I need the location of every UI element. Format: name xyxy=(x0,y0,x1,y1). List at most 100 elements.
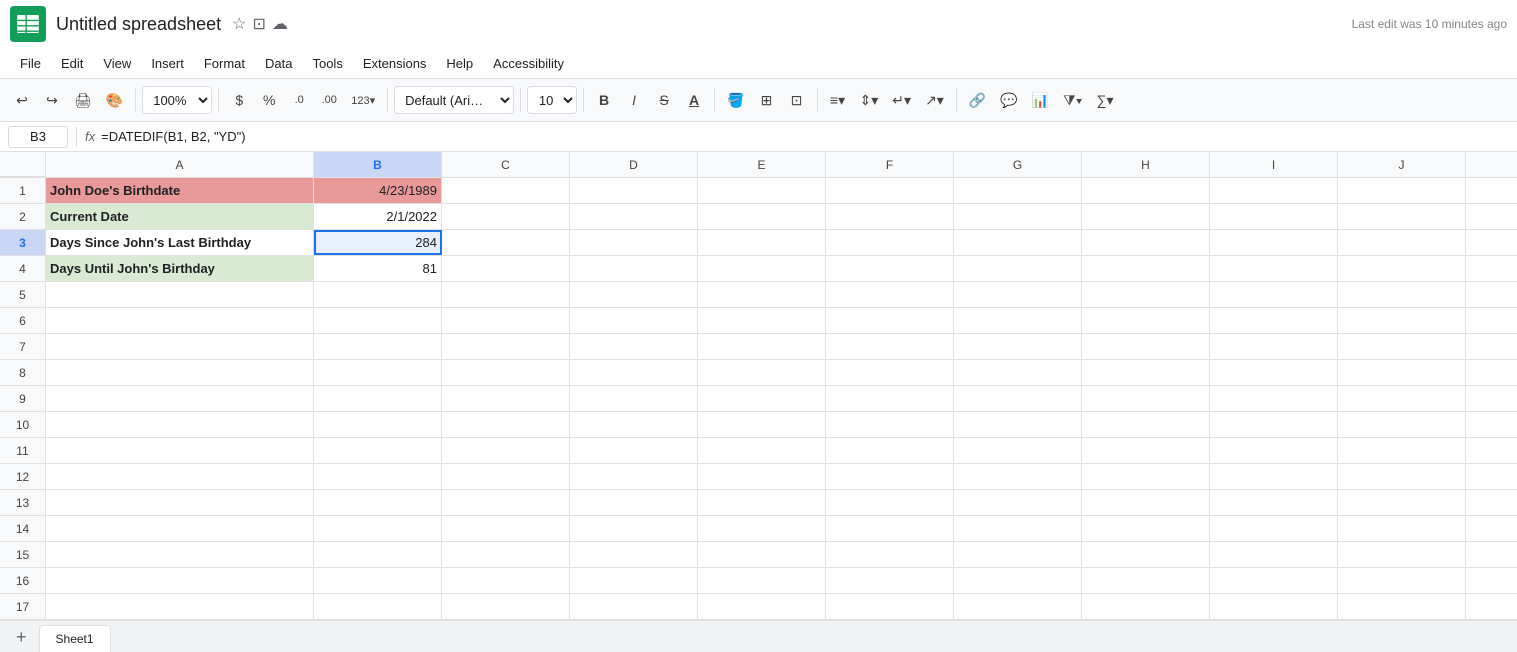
valign-button[interactable]: ⇕▾ xyxy=(854,86,885,114)
cell-c13[interactable] xyxy=(442,490,570,515)
row-header-15[interactable]: 15 xyxy=(0,542,46,567)
cell-i3[interactable] xyxy=(1210,230,1338,255)
menu-accessibility[interactable]: Accessibility xyxy=(483,52,574,75)
cell-f9[interactable] xyxy=(826,386,954,411)
cell-c5[interactable] xyxy=(442,282,570,307)
fill-color-button[interactable]: 🪣 xyxy=(721,86,750,114)
menu-insert[interactable]: Insert xyxy=(141,52,194,75)
cell-h13[interactable] xyxy=(1082,490,1210,515)
cell-d8[interactable] xyxy=(570,360,698,385)
cell-a5[interactable] xyxy=(46,282,314,307)
cell-j2[interactable] xyxy=(1338,204,1466,229)
cell-b12[interactable] xyxy=(314,464,442,489)
cell-j1[interactable] xyxy=(1338,178,1466,203)
cell-i5[interactable] xyxy=(1210,282,1338,307)
col-header-b[interactable]: B xyxy=(314,152,442,177)
cell-g3[interactable] xyxy=(954,230,1082,255)
row-header-8[interactable]: 8 xyxy=(0,360,46,385)
cell-d7[interactable] xyxy=(570,334,698,359)
cell-g16[interactable] xyxy=(954,568,1082,593)
cell-i14[interactable] xyxy=(1210,516,1338,541)
paint-format-button[interactable]: 🎨 xyxy=(100,86,129,114)
cell-j6[interactable] xyxy=(1338,308,1466,333)
cell-c7[interactable] xyxy=(442,334,570,359)
cell-i11[interactable] xyxy=(1210,438,1338,463)
cell-d2[interactable] xyxy=(570,204,698,229)
function-button[interactable]: ∑▾ xyxy=(1090,86,1119,114)
move-icon[interactable]: ⊡ xyxy=(252,14,265,34)
cell-h8[interactable] xyxy=(1082,360,1210,385)
redo-button[interactable]: ↪ xyxy=(38,86,66,114)
cell-j8[interactable] xyxy=(1338,360,1466,385)
cell-i10[interactable] xyxy=(1210,412,1338,437)
cell-a15[interactable] xyxy=(46,542,314,567)
decimal-increase-button[interactable]: .00 xyxy=(315,86,343,114)
cell-d4[interactable] xyxy=(570,256,698,281)
cloud-icon[interactable]: ☁ xyxy=(272,14,288,34)
cell-f1[interactable] xyxy=(826,178,954,203)
row-header-1[interactable]: 1 xyxy=(0,178,46,203)
cell-f7[interactable] xyxy=(826,334,954,359)
cell-a1[interactable]: John Doe's Birthdate xyxy=(46,178,314,203)
cell-d3[interactable] xyxy=(570,230,698,255)
col-header-f[interactable]: F xyxy=(826,152,954,177)
cell-g5[interactable] xyxy=(954,282,1082,307)
formula-input[interactable]: =DATEDIF(B1, B2, "YD") xyxy=(101,129,1509,144)
cell-f6[interactable] xyxy=(826,308,954,333)
cell-f15[interactable] xyxy=(826,542,954,567)
cell-d15[interactable] xyxy=(570,542,698,567)
comment-button[interactable]: 💬 xyxy=(994,86,1023,114)
cell-j14[interactable] xyxy=(1338,516,1466,541)
cell-d12[interactable] xyxy=(570,464,698,489)
cell-i1[interactable] xyxy=(1210,178,1338,203)
bold-button[interactable]: B xyxy=(590,86,618,114)
cell-i4[interactable] xyxy=(1210,256,1338,281)
cell-f11[interactable] xyxy=(826,438,954,463)
cell-h15[interactable] xyxy=(1082,542,1210,567)
cell-a7[interactable] xyxy=(46,334,314,359)
cell-f17[interactable] xyxy=(826,594,954,619)
cell-c15[interactable] xyxy=(442,542,570,567)
cell-b10[interactable] xyxy=(314,412,442,437)
cell-c11[interactable] xyxy=(442,438,570,463)
col-header-h[interactable]: H xyxy=(1082,152,1210,177)
cell-d5[interactable] xyxy=(570,282,698,307)
cell-j3[interactable] xyxy=(1338,230,1466,255)
cell-g10[interactable] xyxy=(954,412,1082,437)
cell-f16[interactable] xyxy=(826,568,954,593)
cell-f2[interactable] xyxy=(826,204,954,229)
cell-g12[interactable] xyxy=(954,464,1082,489)
cell-d14[interactable] xyxy=(570,516,698,541)
cell-j15[interactable] xyxy=(1338,542,1466,567)
row-header-3[interactable]: 3 xyxy=(0,230,46,255)
cell-e2[interactable] xyxy=(698,204,826,229)
cell-d6[interactable] xyxy=(570,308,698,333)
col-header-j[interactable]: J xyxy=(1338,152,1466,177)
cell-j16[interactable] xyxy=(1338,568,1466,593)
cell-f3[interactable] xyxy=(826,230,954,255)
row-header-6[interactable]: 6 xyxy=(0,308,46,333)
menu-format[interactable]: Format xyxy=(194,52,255,75)
cell-e6[interactable] xyxy=(698,308,826,333)
cell-b15[interactable] xyxy=(314,542,442,567)
row-header-16[interactable]: 16 xyxy=(0,568,46,593)
cell-g6[interactable] xyxy=(954,308,1082,333)
row-header-13[interactable]: 13 xyxy=(0,490,46,515)
cell-e16[interactable] xyxy=(698,568,826,593)
wrap-button[interactable]: ↵▾ xyxy=(886,86,917,114)
cell-f13[interactable] xyxy=(826,490,954,515)
col-header-i[interactable]: I xyxy=(1210,152,1338,177)
cell-b3[interactable]: 284 xyxy=(314,230,442,255)
cell-c4[interactable] xyxy=(442,256,570,281)
col-header-e[interactable]: E xyxy=(698,152,826,177)
row-header-9[interactable]: 9 xyxy=(0,386,46,411)
borders-button[interactable]: ⊞ xyxy=(753,86,781,114)
cell-i15[interactable] xyxy=(1210,542,1338,567)
cell-j7[interactable] xyxy=(1338,334,1466,359)
cell-i7[interactable] xyxy=(1210,334,1338,359)
row-header-10[interactable]: 10 xyxy=(0,412,46,437)
cell-a6[interactable] xyxy=(46,308,314,333)
decimal-decrease-button[interactable]: .0 xyxy=(285,86,313,114)
cell-c16[interactable] xyxy=(442,568,570,593)
cell-h1[interactable] xyxy=(1082,178,1210,203)
